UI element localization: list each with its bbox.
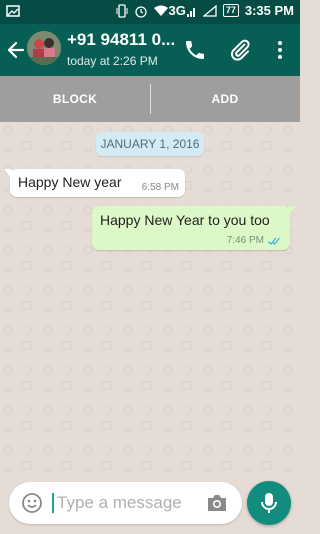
emoji-icon[interactable] [21, 492, 43, 514]
call-icon[interactable] [183, 38, 207, 62]
network-label: 3G [168, 3, 186, 18]
incoming-message[interactable]: Happy New year 6:58 PM [4, 169, 185, 197]
chat-header: +91 94811 0... today at 2:26 PM [0, 24, 300, 76]
back-arrow-icon[interactable] [6, 38, 26, 62]
attach-icon[interactable] [228, 38, 252, 62]
vibrate-icon [116, 3, 127, 18]
battery-icon: 77 [222, 4, 239, 17]
message-input[interactable] [57, 490, 197, 516]
status-icons: 3G 77 3:35 PM [116, 3, 294, 18]
status-bar: 3G 77 3:35 PM [0, 0, 300, 24]
last-seen-status: today at 2:26 PM [67, 54, 158, 68]
read-receipt-icon [268, 237, 280, 245]
camera-icon[interactable] [206, 493, 228, 513]
more-icon[interactable] [268, 38, 292, 62]
image-notification-icon [6, 5, 20, 17]
message-text: Happy New year [18, 174, 122, 190]
contact-name[interactable]: +91 94811 0... [67, 30, 175, 50]
message-input-container[interactable] [9, 482, 242, 524]
message-time: 7:46 PM [226, 235, 264, 246]
contact-avatar[interactable] [27, 31, 61, 65]
message-meta: 7:46 PM [227, 235, 282, 246]
signal-empty-icon [202, 4, 217, 17]
message-composer [0, 472, 300, 534]
microphone-icon [261, 493, 277, 513]
message-text: Happy New Year to you too [100, 212, 270, 228]
add-contact-button[interactable]: ADD [150, 76, 300, 122]
message-time: 6:58 PM [141, 182, 179, 193]
chat-area[interactable]: JANUARY 1, 2016 Happy New year 6:58 PM H… [0, 122, 300, 472]
block-add-bar: BLOCK ADD [0, 76, 300, 122]
text-caret [52, 493, 54, 513]
date-chip: JANUARY 1, 2016 [96, 132, 204, 156]
outgoing-message[interactable]: Happy New Year to you too 7:46 PM [92, 206, 296, 250]
alarm-icon [134, 5, 147, 18]
network-indicator: 3G [153, 3, 197, 18]
wifi-icon [153, 5, 168, 16]
block-button[interactable]: BLOCK [0, 76, 150, 122]
status-time: 3:35 PM [244, 3, 294, 18]
avatar-photo-icon [27, 31, 61, 65]
signal-icon [186, 7, 195, 17]
voice-record-button[interactable] [247, 481, 291, 525]
